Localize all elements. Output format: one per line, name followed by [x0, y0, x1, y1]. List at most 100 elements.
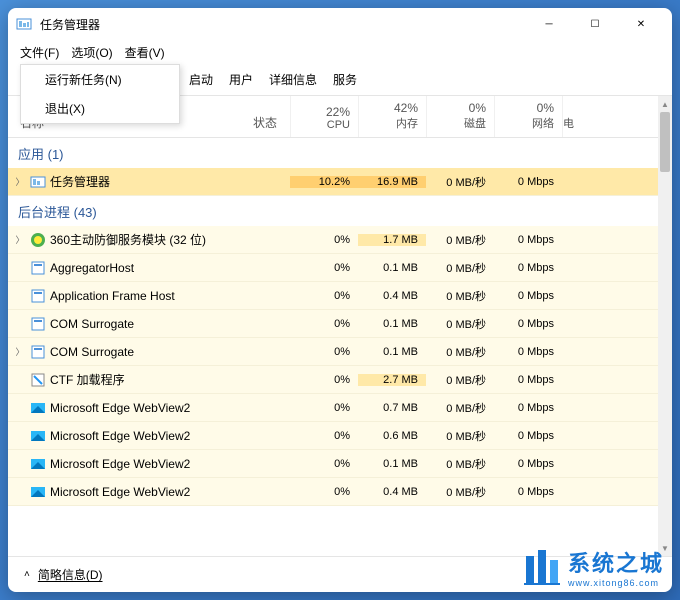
vertical-scrollbar[interactable]: ▲ ▼ — [658, 96, 672, 556]
process-row[interactable]: 〉 360主动防御服务模块 (32 位) 0%1.7 MB0 MB/秒0 Mbps — [8, 226, 658, 254]
watermark-text: 系统之城 — [568, 546, 664, 578]
group-background[interactable]: 后台进程 (43) — [8, 196, 658, 226]
memory-cell: 2.7 MB — [358, 374, 426, 386]
table-body: 应用 (1) 〉任务管理器10.2%16.9 MB0 MB/秒0 Mbps后台进… — [8, 138, 658, 556]
cpu-cell: 0% — [290, 486, 358, 498]
process-icon — [30, 260, 46, 276]
process-icon — [30, 232, 46, 248]
network-cell: 0 Mbps — [494, 430, 562, 442]
process-icon — [30, 344, 46, 360]
network-cell: 0 Mbps — [494, 346, 562, 358]
brief-info-link[interactable]: 简略信息(D) — [38, 566, 103, 583]
disk-cell: 0 MB/秒 — [426, 428, 494, 444]
process-name: Microsoft Edge WebView2 — [50, 401, 190, 415]
process-icon — [30, 400, 46, 416]
network-cell: 0 Mbps — [494, 318, 562, 330]
cpu-cell: 0% — [290, 234, 358, 246]
process-table: 名称 状态 22% CPU 42% 内存 0% 磁盘 0% 网络 — [8, 96, 658, 556]
process-row[interactable]: 〉Microsoft Edge WebView20%0.4 MB0 MB/秒0 … — [8, 478, 658, 506]
disk-cell: 0 MB/秒 — [426, 174, 494, 190]
process-name: Microsoft Edge WebView2 — [50, 429, 190, 443]
expand-icon[interactable]: 〉 — [14, 345, 26, 358]
close-button[interactable]: ✕ — [618, 8, 664, 40]
network-cell: 0 Mbps — [494, 402, 562, 414]
watermark-url: www.xitong86.com — [568, 578, 664, 588]
menu-file[interactable]: 文件(F) — [20, 44, 59, 61]
process-name: Microsoft Edge WebView2 — [50, 485, 190, 499]
process-name: COM Surrogate — [50, 345, 134, 359]
disk-cell: 0 MB/秒 — [426, 400, 494, 416]
chevron-up-icon[interactable]: ˄ — [24, 569, 30, 580]
menu-options[interactable]: 选项(O) — [71, 44, 112, 61]
network-cell: 0 Mbps — [494, 262, 562, 274]
memory-cell: 0.1 MB — [358, 346, 426, 358]
cpu-cell: 0% — [290, 402, 358, 414]
col-cpu[interactable]: 22% CPU — [290, 96, 358, 137]
scroll-up-icon[interactable]: ▲ — [658, 96, 672, 112]
process-name: 360主动防御服务模块 (32 位) — [50, 231, 206, 248]
disk-cell: 0 MB/秒 — [426, 260, 494, 276]
process-row[interactable]: 〉Microsoft Edge WebView20%0.7 MB0 MB/秒0 … — [8, 394, 658, 422]
file-dropdown: 运行新任务(N) 退出(X) — [20, 64, 180, 124]
process-icon — [30, 456, 46, 472]
maximize-button[interactable]: ☐ — [572, 8, 618, 40]
disk-cell: 0 MB/秒 — [426, 456, 494, 472]
col-disk[interactable]: 0% 磁盘 — [426, 96, 494, 137]
process-row[interactable]: 〉Microsoft Edge WebView20%0.1 MB0 MB/秒0 … — [8, 450, 658, 478]
disk-cell: 0 MB/秒 — [426, 344, 494, 360]
titlebar[interactable]: 任务管理器 ─ ☐ ✕ — [8, 8, 672, 40]
scroll-thumb[interactable] — [660, 112, 670, 172]
memory-cell: 1.7 MB — [358, 234, 426, 246]
menu-view[interactable]: 查看(V) — [125, 44, 165, 61]
cpu-cell: 0% — [290, 430, 358, 442]
tab-details[interactable]: 详细信息 — [267, 67, 319, 92]
watermark-logo-icon — [520, 546, 562, 588]
col-memory[interactable]: 42% 内存 — [358, 96, 426, 137]
network-cell: 0 Mbps — [494, 176, 562, 188]
process-row[interactable]: 〉COM Surrogate0%0.1 MB0 MB/秒0 Mbps — [8, 338, 658, 366]
col-status[interactable]: 状态 — [240, 96, 290, 137]
menu-run-new-task[interactable]: 运行新任务(N) — [21, 65, 179, 94]
group-apps[interactable]: 应用 (1) — [8, 138, 658, 168]
process-icon — [30, 174, 46, 190]
disk-cell: 0 MB/秒 — [426, 232, 494, 248]
cpu-cell: 0% — [290, 374, 358, 386]
process-row[interactable]: 〉Microsoft Edge WebView20%0.6 MB0 MB/秒0 … — [8, 422, 658, 450]
disk-cell: 0 MB/秒 — [426, 316, 494, 332]
network-cell: 0 Mbps — [494, 290, 562, 302]
expand-icon[interactable]: 〉 — [14, 175, 26, 188]
network-cell: 0 Mbps — [494, 234, 562, 246]
process-row[interactable]: 〉CTF 加载程序0%2.7 MB0 MB/秒0 Mbps — [8, 366, 658, 394]
task-manager-window: 任务管理器 ─ ☐ ✕ 文件(F) 选项(O) 查看(V) 运行新任务(N) 退… — [8, 8, 672, 592]
network-cell: 0 Mbps — [494, 486, 562, 498]
window-title: 任务管理器 — [40, 16, 526, 33]
scroll-track[interactable] — [658, 112, 672, 540]
col-power[interactable]: 电 — [562, 96, 582, 137]
disk-cell: 0 MB/秒 — [426, 288, 494, 304]
cpu-cell: 0% — [290, 458, 358, 470]
process-name: Microsoft Edge WebView2 — [50, 457, 190, 471]
process-name: Application Frame Host — [50, 289, 175, 303]
memory-cell: 0.4 MB — [358, 290, 426, 302]
cpu-cell: 0% — [290, 262, 358, 274]
memory-cell: 0.1 MB — [358, 458, 426, 470]
expand-icon[interactable]: 〉 — [14, 233, 26, 246]
process-row[interactable]: 〉任务管理器10.2%16.9 MB0 MB/秒0 Mbps — [8, 168, 658, 196]
process-row[interactable]: 〉AggregatorHost0%0.1 MB0 MB/秒0 Mbps — [8, 254, 658, 282]
tab-users[interactable]: 用户 — [227, 67, 255, 92]
watermark: 系统之城 www.xitong86.com — [520, 546, 664, 588]
tab-startup[interactable]: 启动 — [187, 67, 215, 92]
process-name: COM Surrogate — [50, 317, 134, 331]
network-cell: 0 Mbps — [494, 458, 562, 470]
process-row[interactable]: 〉COM Surrogate0%0.1 MB0 MB/秒0 Mbps — [8, 310, 658, 338]
memory-cell: 16.9 MB — [358, 176, 426, 188]
process-name: AggregatorHost — [50, 261, 134, 275]
menu-exit[interactable]: 退出(X) — [21, 94, 179, 123]
tab-services[interactable]: 服务 — [331, 67, 359, 92]
process-name: CTF 加载程序 — [50, 371, 125, 388]
process-icon — [30, 372, 46, 388]
app-icon — [16, 16, 32, 32]
minimize-button[interactable]: ─ — [526, 8, 572, 40]
process-row[interactable]: 〉Application Frame Host0%0.4 MB0 MB/秒0 M… — [8, 282, 658, 310]
col-network[interactable]: 0% 网络 — [494, 96, 562, 137]
